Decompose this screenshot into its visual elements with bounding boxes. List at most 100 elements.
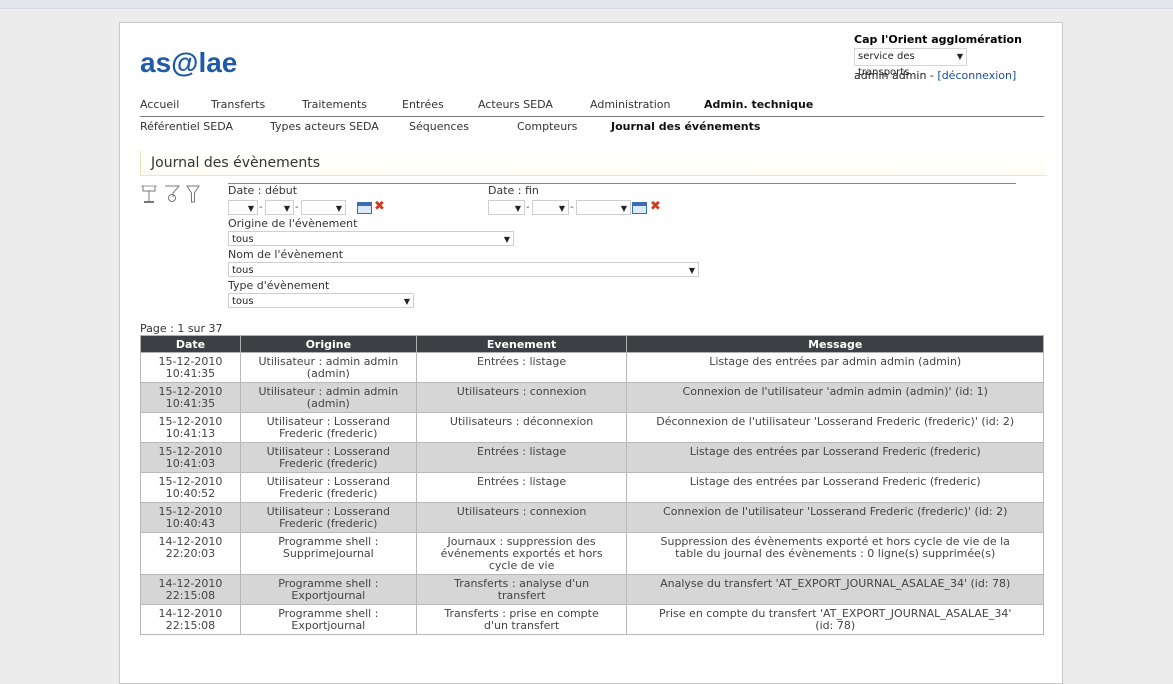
date-end-month-select[interactable]: ▼ <box>532 200 569 215</box>
asalae-logo[interactable]: as@lae <box>140 45 270 81</box>
date-start-year-select[interactable]: ▼ <box>301 200 346 215</box>
date-start-month-select[interactable]: ▼ <box>265 200 294 215</box>
column-header-event[interactable]: Evenement <box>415 335 628 353</box>
cell-date: 15-12-2010 10:41:13 <box>140 412 241 443</box>
table-row: 14-12-2010 22:15:08 Programme shell : Expor… <box>140 574 1044 605</box>
cell-message-line: Listage des entrées par admin admin (adm… <box>709 355 962 368</box>
cell-origin: Utilisateur : Losserand Frederic (frederi… <box>239 442 417 473</box>
sub-menu-item[interactable]: Référentiel SEDA <box>140 120 233 133</box>
filter-toolbar <box>140 183 200 205</box>
cell-origin: Utilisateur : Losserand Frederic (frederi… <box>239 502 417 533</box>
table-row: 15-12-2010 10:40:52 Utilisateur : Losseran… <box>140 472 1044 503</box>
calendar-icon[interactable] <box>632 202 647 214</box>
cell-date-line: 22:15:08 <box>165 589 216 602</box>
reset-filter-icon[interactable] <box>140 183 158 205</box>
sub-menu-item[interactable]: Séquences <box>409 120 469 133</box>
cell-event-line: Entrées : listage <box>477 355 567 368</box>
org-user-block: Cap l'Orient agglomération service des t… <box>854 33 1044 82</box>
cell-date: 14-12-2010 22:20:03 <box>140 532 241 575</box>
service-select[interactable]: service des transports ▼ <box>854 48 967 78</box>
cell-event-line: Utilisateurs : connexion <box>456 505 587 518</box>
chevron-down-icon: ▼ <box>558 204 565 213</box>
sub-menu: Référentiel SEDA Types acteurs SEDA Séquen… <box>140 120 1044 136</box>
cell-date-line: 10:41:13 <box>165 427 216 440</box>
filter-divider <box>228 183 1016 184</box>
sub-menu-item[interactable]: Journal des événements <box>611 120 760 133</box>
event-type-label: Type d'évènement <box>228 279 330 292</box>
cell-message: Listage des entrées par Losserand Freder… <box>626 472 1044 503</box>
browser-top-strip <box>0 0 1173 9</box>
main-menu-item[interactable]: Accueil <box>140 98 179 111</box>
origin-select-value: tous <box>232 234 254 245</box>
event-name-select-value: tous <box>232 265 254 276</box>
logout-link[interactable]: [déconnexion] <box>937 69 1016 82</box>
pagination-info: Page : 1 sur 37 <box>140 322 223 335</box>
service-select-value: service des transports <box>858 51 915 78</box>
cell-event: Utilisateurs : connexion <box>415 502 628 533</box>
table-row: 14-12-2010 22:20:03 Programme shell : Suppr… <box>140 532 1044 575</box>
chevron-down-icon: ▼ <box>247 204 254 213</box>
main-menu-item[interactable]: Transferts <box>211 98 265 111</box>
cell-message-line: Analyse du transfert 'AT_EXPORT_JOURNAL_… <box>660 577 1011 590</box>
column-header-date[interactable]: Date <box>140 335 241 353</box>
cell-message-line: Listage des entrées par Losserand Freder… <box>689 445 981 458</box>
cell-origin-line: (admin) <box>306 397 350 410</box>
cell-message-line: Déconnexion de l'utilisateur 'Losserand … <box>656 415 1015 428</box>
funnel-icon[interactable] <box>186 183 200 205</box>
cell-date-line: 10:40:43 <box>165 517 216 530</box>
column-header-origin[interactable]: Origine <box>239 335 417 353</box>
search-filter-icon[interactable] <box>164 183 180 205</box>
table-row: 15-12-2010 10:41:03 Utilisateur : Losseran… <box>140 442 1044 473</box>
cell-date: 14-12-2010 22:15:08 <box>140 574 241 605</box>
main-menu-item[interactable]: Entrées <box>402 98 444 111</box>
cell-event: Utilisateurs : déconnexion <box>415 412 628 443</box>
cell-origin: Utilisateur : Losserand Frederic (frederi… <box>239 472 417 503</box>
event-name-label: Nom de l'évènement <box>228 248 344 261</box>
cell-message-line: Listage des entrées par Losserand Freder… <box>689 475 981 488</box>
event-log-table: Date Origine Evenement Message 15-12-201… <box>140 335 1044 635</box>
cell-event-line: cycle de vie <box>488 559 555 572</box>
cell-event-line: Entrées : listage <box>477 475 567 488</box>
clear-date-start-icon[interactable]: ✖ <box>374 200 385 213</box>
clear-date-end-icon[interactable]: ✖ <box>650 200 661 213</box>
table-row: 15-12-2010 10:41:13 Utilisateur : Losseran… <box>140 412 1044 443</box>
main-menu-item[interactable]: Traitements <box>302 98 367 111</box>
event-name-select[interactable]: tous ▼ <box>228 262 699 277</box>
event-type-select-value: tous <box>232 296 254 307</box>
main-menu-item[interactable]: Acteurs SEDA <box>478 98 553 111</box>
cell-message-line: Connexion de l'utilisateur 'admin admin … <box>682 385 988 398</box>
cell-event: Entrées : listage <box>415 442 628 473</box>
event-type-select[interactable]: tous ▼ <box>228 293 414 308</box>
cell-date-line: 22:20:03 <box>165 547 216 560</box>
chevron-down-icon: ▼ <box>620 204 627 213</box>
column-header-message[interactable]: Message <box>626 335 1044 353</box>
chevron-down-icon: ▼ <box>403 297 410 306</box>
cell-date-line: 10:40:52 <box>165 487 216 500</box>
date-end-day-select[interactable]: ▼ <box>488 200 525 215</box>
date-separator: - <box>259 202 263 213</box>
cell-origin: Utilisateur : admin admin (admin) <box>239 352 417 383</box>
date-start-day-select[interactable]: ▼ <box>228 200 258 215</box>
chevron-down-icon: ▼ <box>335 204 342 213</box>
cell-event: Transferts : prise en compte d'un transfe… <box>415 604 628 635</box>
sub-menu-item[interactable]: Types acteurs SEDA <box>270 120 379 133</box>
main-menu-item[interactable]: Administration <box>590 98 671 111</box>
chevron-down-icon: ▼ <box>688 266 695 275</box>
cell-origin-line: Exportjournal <box>291 619 366 632</box>
main-menu-item[interactable]: Admin. technique <box>704 98 813 111</box>
cell-event: Transferts : analyse d'un transfert <box>415 574 628 605</box>
date-end-year-select[interactable]: ▼ <box>576 200 631 215</box>
cell-message: Déconnexion de l'utilisateur 'Losserand … <box>626 412 1044 443</box>
cell-origin-line: Frederic (frederic) <box>279 457 378 470</box>
calendar-icon[interactable] <box>357 202 372 214</box>
date-separator: - <box>295 202 299 213</box>
cell-message: Suppression des évènements exporté et ho… <box>626 532 1044 575</box>
cell-date: 15-12-2010 10:40:43 <box>140 502 241 533</box>
date-separator: - <box>570 202 574 213</box>
cell-date-line: 22:15:08 <box>165 619 216 632</box>
table-row: 15-12-2010 10:41:35 Utilisateur : admin ad… <box>140 352 1044 383</box>
origin-select[interactable]: tous ▼ <box>228 231 514 246</box>
cell-event-line: Utilisateurs : connexion <box>456 385 587 398</box>
asalae-logo-graphic: as@lae <box>140 47 237 78</box>
sub-menu-item[interactable]: Compteurs <box>517 120 577 133</box>
